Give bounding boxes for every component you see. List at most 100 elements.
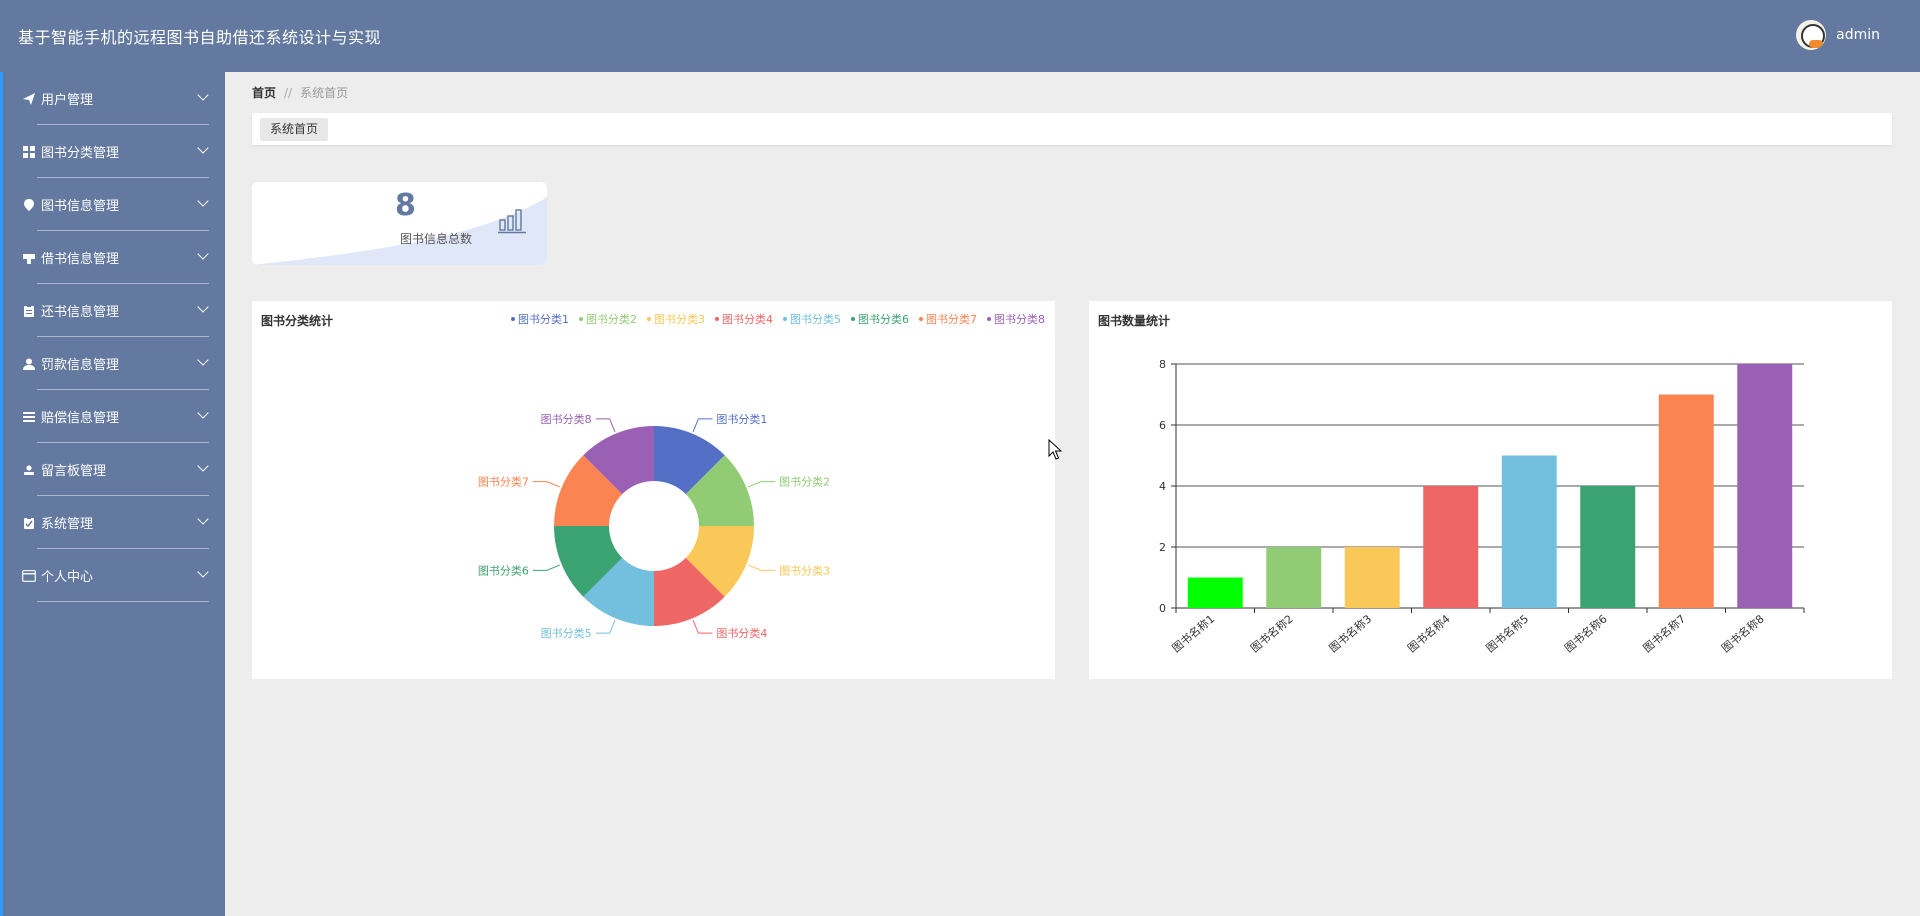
location-pin-icon bbox=[21, 198, 37, 211]
bar[interactable] bbox=[1423, 486, 1479, 608]
legend-label: 图书分类2 bbox=[586, 313, 637, 326]
sidebar-item-fine-management[interactable]: 罚款信息管理 bbox=[3, 337, 225, 390]
stamp-icon bbox=[21, 252, 37, 264]
chart-title: 图书分类统计 bbox=[261, 314, 334, 328]
bar-chart: 0 2 4 6 8 图书名称1 图书名称2 图书名称3 图书名称4 图书名称5 图书名称6 图书名称7… bbox=[1159, 358, 1805, 656]
chevron-down-icon bbox=[197, 195, 209, 207]
legend-label: 图书分类7 bbox=[926, 313, 977, 326]
clipboard-check-icon bbox=[21, 516, 37, 529]
legend-label: 图书分类4 bbox=[722, 313, 773, 326]
pie-slice-label: 图书分类7 bbox=[478, 475, 529, 489]
legend-item[interactable]: 图书分类7 bbox=[919, 311, 977, 327]
y-tick-label: 2 bbox=[1159, 541, 1166, 554]
sidebar-item-label: 个人中心 bbox=[41, 570, 94, 585]
bar[interactable] bbox=[1344, 547, 1400, 608]
legend-dot bbox=[579, 317, 583, 321]
bar[interactable] bbox=[1658, 394, 1714, 609]
x-tick-label: 图书名称5 bbox=[1483, 612, 1531, 656]
pie-slice-label: 图书分类1 bbox=[716, 412, 767, 426]
user-icon bbox=[21, 358, 37, 370]
sidebar-item-message-board-management[interactable]: 留言板管理 bbox=[3, 443, 225, 496]
top-bar: 基于智能手机的远程图书自助借还系统设计与实现 admin bbox=[0, 0, 1920, 72]
pie-slice-label: 图书分类5 bbox=[541, 626, 592, 640]
bar[interactable] bbox=[1580, 486, 1636, 608]
sidebar-item-label: 系统管理 bbox=[41, 517, 94, 532]
legend-dot bbox=[919, 317, 923, 321]
sidebar-item-category-management[interactable]: 图书分类管理 bbox=[3, 125, 225, 178]
card-icon bbox=[21, 569, 37, 582]
paper-plane-icon bbox=[21, 92, 37, 105]
username[interactable]: admin bbox=[1836, 27, 1880, 43]
chevron-down-icon bbox=[197, 301, 209, 313]
legend-item[interactable]: 图书分类4 bbox=[715, 311, 773, 327]
x-tick-label: 图书名称2 bbox=[1248, 612, 1296, 656]
pie-slice-label: 图书分类8 bbox=[541, 412, 592, 426]
pie-slice-label: 图书分类3 bbox=[779, 563, 830, 577]
legend-item[interactable]: 图书分类6 bbox=[851, 311, 909, 327]
chevron-down-icon bbox=[197, 460, 209, 472]
user-menu[interactable]: admin bbox=[1796, 20, 1880, 50]
legend-item[interactable]: 图书分类3 bbox=[647, 311, 705, 327]
sidebar-item-system-management[interactable]: 系统管理 bbox=[3, 496, 225, 549]
breadcrumb-current: 系统首页 bbox=[300, 86, 349, 100]
stat-value: 8 bbox=[395, 188, 416, 223]
chart-card-book-count: 0 2 4 6 8 图书名称1 图书名称2 图书名称3 图书名称4 图书名称5 图书名称6 图书名称7… bbox=[1089, 301, 1892, 679]
legend-dot bbox=[987, 317, 991, 321]
breadcrumb: 首页 // 系统首页 bbox=[252, 84, 348, 101]
sidebar-item-return-management[interactable]: 还书信息管理 bbox=[3, 284, 225, 337]
bar[interactable] bbox=[1501, 455, 1557, 609]
pie-label-line bbox=[748, 564, 776, 571]
bar-chart-icon bbox=[498, 209, 526, 234]
pie-label-line bbox=[532, 481, 560, 488]
y-tick-label: 0 bbox=[1159, 602, 1166, 615]
pie-slice-label: 图书分类4 bbox=[716, 626, 767, 640]
sidebar-item-compensation-management[interactable]: 赔偿信息管理 bbox=[3, 390, 225, 443]
chevron-down-icon bbox=[197, 354, 209, 366]
bar[interactable] bbox=[1737, 364, 1793, 608]
tab-system-home[interactable]: 系统首页 bbox=[260, 118, 329, 141]
pie-label-line bbox=[595, 620, 616, 634]
bar[interactable] bbox=[1187, 577, 1243, 609]
x-tick-label: 图书名称6 bbox=[1562, 612, 1610, 656]
x-tick-label: 图书名称8 bbox=[1719, 612, 1767, 656]
tab-bar: 系统首页 bbox=[252, 113, 1892, 145]
y-tick-label: 8 bbox=[1159, 358, 1166, 371]
mouse-cursor-icon bbox=[1048, 439, 1062, 460]
sidebar: 用户管理 图书分类管理 图书信息管理 借书信息管理 还书信息管理 罚款信息管理 bbox=[0, 72, 225, 916]
avatar[interactable] bbox=[1796, 20, 1827, 50]
bar[interactable] bbox=[1266, 547, 1322, 608]
sidebar-item-label: 图书信息管理 bbox=[41, 199, 120, 214]
list-icon bbox=[21, 411, 37, 423]
x-tick-label: 图书名称1 bbox=[1169, 612, 1217, 656]
app-title: 基于智能手机的远程图书自助借还系统设计与实现 bbox=[18, 28, 382, 47]
sidebar-item-user-management[interactable]: 用户管理 bbox=[3, 72, 225, 125]
pie-slice-label: 图书分类2 bbox=[779, 475, 830, 489]
legend-item[interactable]: 图书分类5 bbox=[783, 311, 841, 327]
legend-label: 图书分类1 bbox=[518, 313, 569, 326]
sidebar-item-book-info-management[interactable]: 图书信息管理 bbox=[3, 178, 225, 231]
x-tick-label: 图书名称3 bbox=[1326, 612, 1374, 656]
chart-legend: 图书分类1 图书分类2 图书分类3 图书分类4 图书分类5 图书分类6 图书分类7 图书分类8 bbox=[511, 311, 1045, 327]
pie-label-line bbox=[532, 564, 560, 571]
breadcrumb-separator: // bbox=[284, 86, 293, 100]
legend-label: 图书分类6 bbox=[858, 313, 909, 326]
grid-icon bbox=[21, 145, 37, 158]
sidebar-item-label: 借书信息管理 bbox=[41, 252, 120, 267]
legend-item[interactable]: 图书分类2 bbox=[579, 311, 637, 327]
sidebar-item-label: 还书信息管理 bbox=[41, 305, 120, 320]
chart-title: 图书数量统计 bbox=[1098, 314, 1171, 328]
legend-dot bbox=[511, 317, 515, 321]
main-content: 首页//系统首页 系统首页 8 图书信息总数 图书分类1 图书分类2 图书分类3 图书… bbox=[225, 72, 1920, 916]
breadcrumb-home[interactable]: 首页 bbox=[252, 86, 276, 100]
sidebar-item-borrow-management[interactable]: 借书信息管理 bbox=[3, 231, 225, 284]
legend-item[interactable]: 图书分类1 bbox=[511, 311, 569, 327]
legend-item[interactable]: 图书分类8 bbox=[987, 311, 1045, 327]
stat-card-book-total: 8 图书信息总数 bbox=[252, 182, 547, 265]
legend-label: 图书分类8 bbox=[994, 313, 1045, 326]
chevron-down-icon bbox=[197, 566, 209, 578]
pie-chart: 图书分类1 图书分类2 图书分类3 图书分类4 图书分类5 图书分类6 图书分类7 图书分类8 bbox=[478, 412, 830, 640]
chart-card-category: 图书分类1 图书分类2 图书分类3 图书分类4 图书分类5 图书分类6 图书分类7 图书分类8… bbox=[252, 301, 1055, 679]
legend-label: 图书分类5 bbox=[790, 313, 841, 326]
sidebar-item-personal-center[interactable]: 个人中心 bbox=[3, 549, 225, 602]
y-tick-label: 4 bbox=[1159, 480, 1166, 493]
